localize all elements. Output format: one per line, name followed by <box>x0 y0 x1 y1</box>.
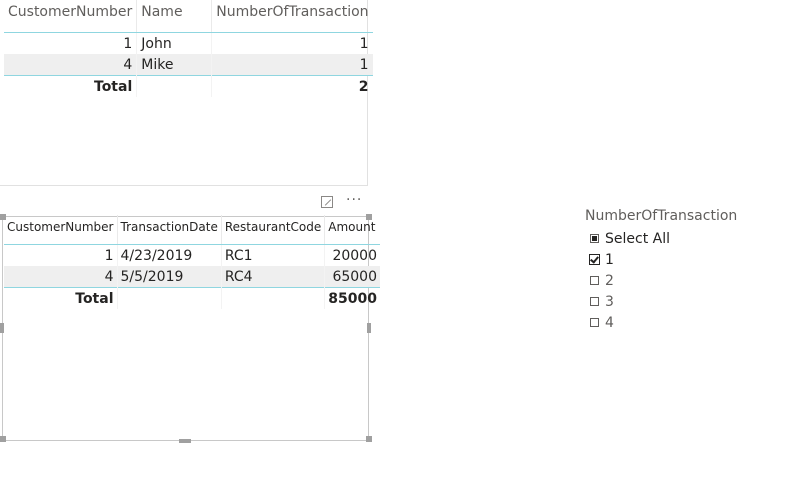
slicer-item-label: 2 <box>605 272 614 289</box>
slicer-item-3[interactable]: 3 <box>585 291 737 312</box>
resize-handle-right[interactable] <box>367 323 371 333</box>
cell-customer-number: 1 <box>104 247 114 264</box>
total-empty-cell <box>136 75 212 97</box>
column-header-number-of-transaction[interactable]: NumberOfTransaction <box>211 0 373 33</box>
total-label: Total <box>4 75 137 97</box>
report-canvas: CustomerNumber Name NumberOfTransaction … <box>0 0 788 497</box>
cell-restaurant-code: RC4 <box>220 266 325 288</box>
transaction-table: CustomerNumber TransactionDate Restauran… <box>4 215 380 309</box>
total-empty-cell <box>116 287 222 309</box>
table-row[interactable]: 1 John 1 <box>4 32 373 54</box>
partial-checkbox-icon[interactable] <box>590 234 599 243</box>
cell-transactions: 1 <box>211 32 373 54</box>
cell-customer-number: 1 <box>123 35 133 52</box>
checked-checkbox-icon[interactable] <box>589 254 600 265</box>
slicer-item-label: 4 <box>605 314 614 331</box>
slicer-item-4[interactable]: 4 <box>585 312 737 333</box>
column-header-name[interactable]: Name <box>136 0 212 33</box>
slicer-item-label: Select All <box>605 230 670 247</box>
column-header-customer-number[interactable]: CustomerNumber <box>4 215 117 245</box>
column-header-transaction-date[interactable]: TransactionDate <box>116 215 222 245</box>
resize-handle-bottom-left[interactable] <box>0 436 6 442</box>
total-label: Total <box>4 287 117 309</box>
focus-mode-icon[interactable] <box>321 196 333 208</box>
table-row[interactable]: 4 5/5/2019 RC4 65000 <box>4 266 380 288</box>
cell-transaction-date: 4/23/2019 <box>116 244 222 266</box>
table-header-row: CustomerNumber Name NumberOfTransaction <box>4 0 373 33</box>
slicer-item-select-all[interactable]: Select All <box>585 228 737 249</box>
unchecked-checkbox-icon[interactable] <box>590 297 599 306</box>
customer-table: CustomerNumber Name NumberOfTransaction … <box>4 0 373 97</box>
cell-name: John <box>136 32 212 54</box>
total-amount: 85000 <box>324 287 380 309</box>
slicer-item-2[interactable]: 2 <box>585 270 737 291</box>
number-of-transaction-slicer: NumberOfTransaction Select All 1 2 3 4 <box>585 207 737 333</box>
cell-transaction-date: 5/5/2019 <box>116 266 222 288</box>
total-empty-cell <box>220 287 325 309</box>
cell-restaurant-code: RC1 <box>220 244 325 266</box>
table-header-row: CustomerNumber TransactionDate Restauran… <box>4 215 380 245</box>
cell-customer-number: 4 <box>4 54 137 76</box>
slicer-title: NumberOfTransaction <box>585 208 738 224</box>
column-header-customer-number[interactable]: CustomerNumber <box>4 0 137 33</box>
more-options-icon[interactable]: ··· <box>346 193 362 207</box>
unchecked-checkbox-icon[interactable] <box>590 276 599 285</box>
table-row[interactable]: 4 Mike 1 <box>4 54 373 76</box>
resize-handle-bottom[interactable] <box>179 439 191 443</box>
cell-customer-number: 4 <box>4 266 117 288</box>
cell-transactions: 1 <box>211 54 373 76</box>
column-header-restaurant-code[interactable]: RestaurantCode <box>220 215 325 245</box>
total-transactions: 2 <box>211 75 373 97</box>
cell-name: Mike <box>136 54 212 76</box>
slicer-item-label: 3 <box>605 293 614 310</box>
resize-handle-left[interactable] <box>0 323 4 333</box>
table-row[interactable]: 1 4/23/2019 RC1 20000 <box>4 244 380 266</box>
cell-amount: 20000 <box>324 244 380 266</box>
table-total-row: Total 2 <box>4 75 373 97</box>
cell-amount: 65000 <box>324 266 380 288</box>
slicer-item-label: 1 <box>605 251 614 268</box>
resize-handle-bottom-right[interactable] <box>366 436 372 442</box>
slicer-item-1[interactable]: 1 <box>585 249 737 270</box>
column-header-amount[interactable]: Amount <box>324 215 380 245</box>
unchecked-checkbox-icon[interactable] <box>590 318 599 327</box>
table-total-row: Total 85000 <box>4 287 380 309</box>
